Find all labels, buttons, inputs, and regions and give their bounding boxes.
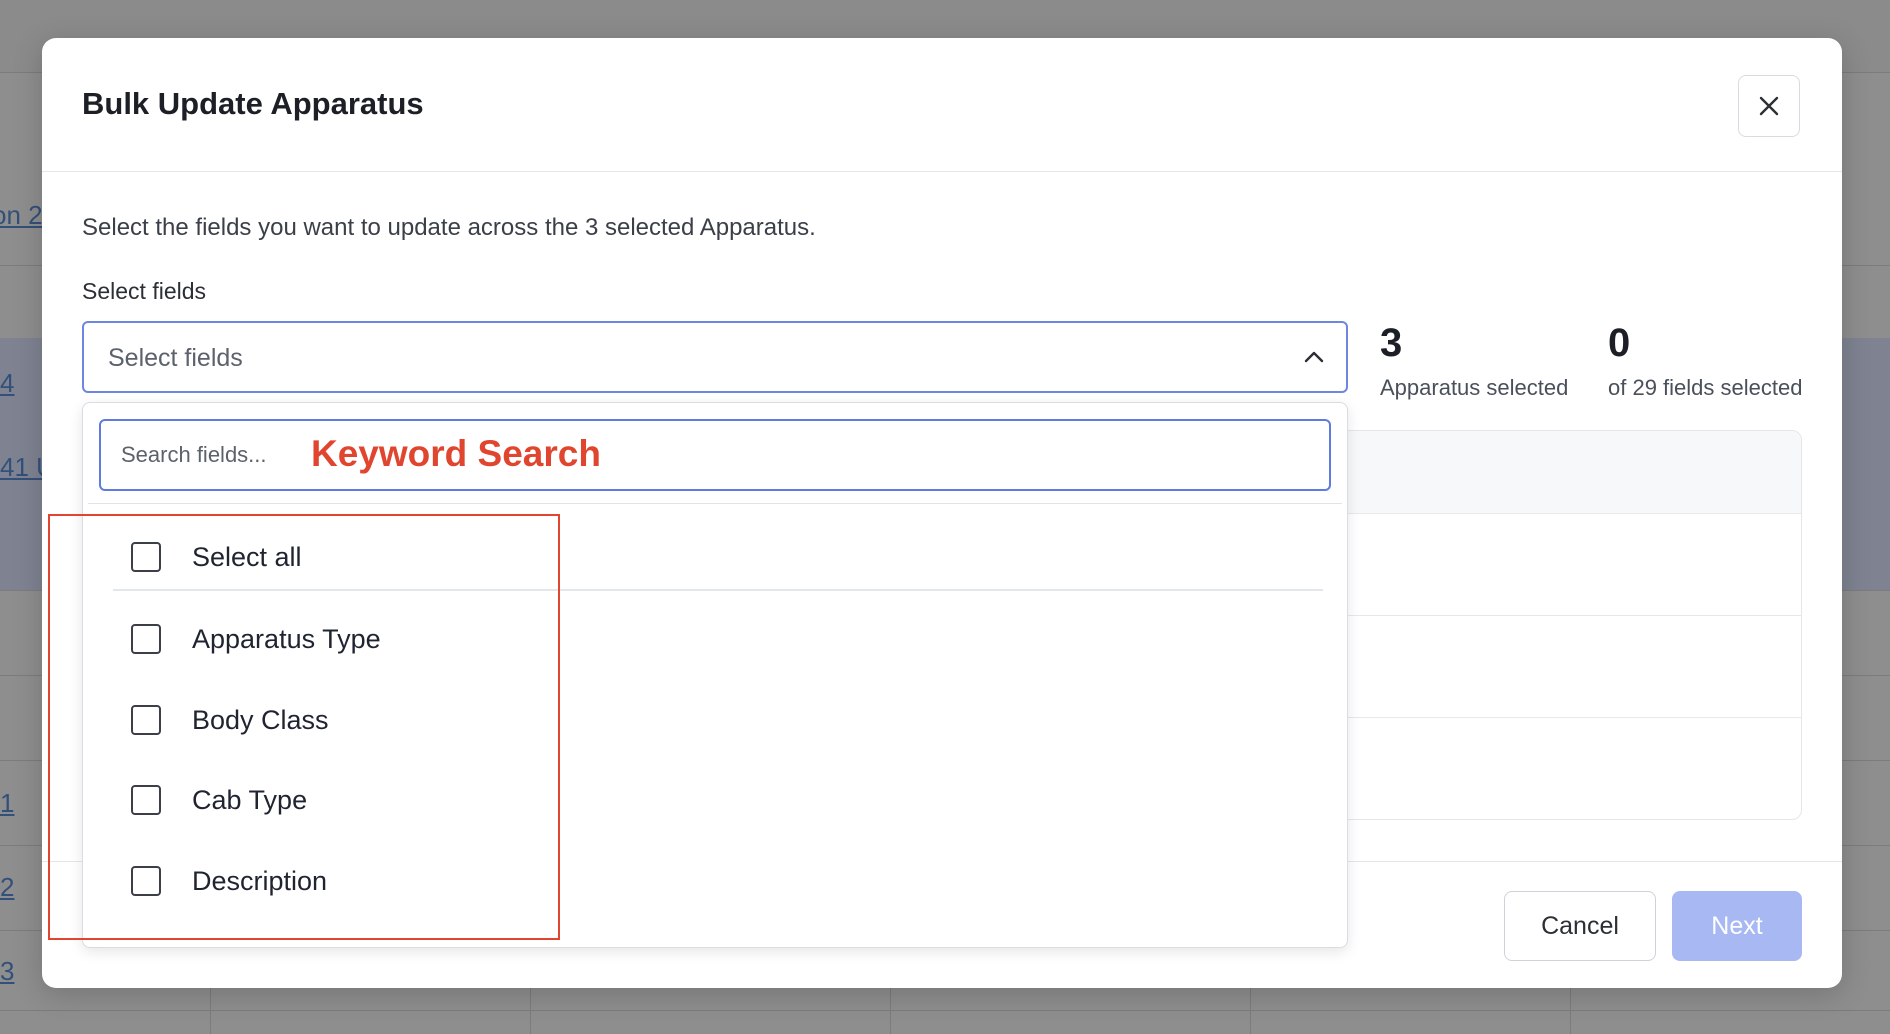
list-item[interactable]: Body Class: [88, 690, 1342, 750]
bg-link[interactable]: 1: [0, 788, 14, 819]
option-label: Description: [192, 866, 328, 896]
bg-link[interactable]: 4: [0, 368, 14, 399]
modal-intro-text: Select the fields you want to update acr…: [82, 214, 816, 241]
option-label: Apparatus Type: [192, 624, 381, 654]
close-icon: [1759, 96, 1779, 116]
option-label: Body Class: [192, 705, 329, 735]
bg-divider: [0, 1010, 1890, 1011]
field-options-list: Select all Apparatus Type Body Class Cab…: [88, 503, 1342, 944]
table-row: [1303, 717, 1801, 718]
select-fields-placeholder: Select fields: [108, 344, 243, 372]
search-fields-input[interactable]: [99, 419, 1331, 491]
next-button[interactable]: Next: [1672, 891, 1802, 961]
select-all-divider: [113, 589, 1323, 591]
list-item[interactable]: Description: [88, 851, 1342, 911]
apparatus-selected-count: 3: [1380, 321, 1403, 365]
bg-link[interactable]: 2: [0, 872, 14, 903]
select-all-label: Select all: [192, 542, 302, 572]
bg-link[interactable]: 3: [0, 956, 14, 987]
chevron-up-icon: [1304, 351, 1324, 363]
option-checkbox[interactable]: [131, 705, 161, 735]
fields-selected-label: of 29 fields selected: [1608, 375, 1803, 400]
option-checkbox[interactable]: [131, 785, 161, 815]
table-row: [1303, 615, 1801, 616]
option-label: Cab Type: [192, 785, 308, 815]
select-fields-dropdown[interactable]: Select fields: [82, 321, 1348, 393]
bulk-update-modal: Bulk Update Apparatus Select the fields …: [42, 38, 1842, 988]
bg-col-divider: [210, 985, 211, 1034]
table-header: [1303, 431, 1801, 514]
fields-dropdown-panel: Keyword Search Select all Apparatus Type…: [82, 402, 1348, 948]
bg-col-divider: [530, 985, 531, 1034]
bg-col-divider: [890, 985, 891, 1034]
list-item[interactable]: Apparatus Type: [88, 609, 1342, 669]
option-checkbox[interactable]: [131, 866, 161, 896]
apparatus-selected-stat: 3 Apparatus selected: [1380, 321, 1568, 401]
fields-selected-count: 0: [1608, 321, 1631, 365]
list-item[interactable]: Cab Type: [88, 770, 1342, 830]
bg-col-divider: [1570, 985, 1571, 1034]
fields-preview-table: [1302, 430, 1802, 820]
close-button[interactable]: [1738, 75, 1800, 137]
bg-col-divider: [1250, 985, 1251, 1034]
bg-link[interactable]: on 2: [0, 200, 43, 231]
cancel-button[interactable]: Cancel: [1504, 891, 1656, 961]
select-fields-label: Select fields: [82, 278, 207, 304]
modal-header: Bulk Update Apparatus: [42, 38, 1842, 172]
select-all-option[interactable]: Select all: [88, 527, 1342, 587]
apparatus-selected-label: Apparatus selected: [1380, 375, 1569, 400]
select-all-checkbox[interactable]: [131, 542, 161, 572]
modal-title: Bulk Update Apparatus: [82, 86, 424, 121]
option-checkbox[interactable]: [131, 624, 161, 654]
fields-selected-stat: 0 of 29 fields selected: [1608, 321, 1802, 401]
